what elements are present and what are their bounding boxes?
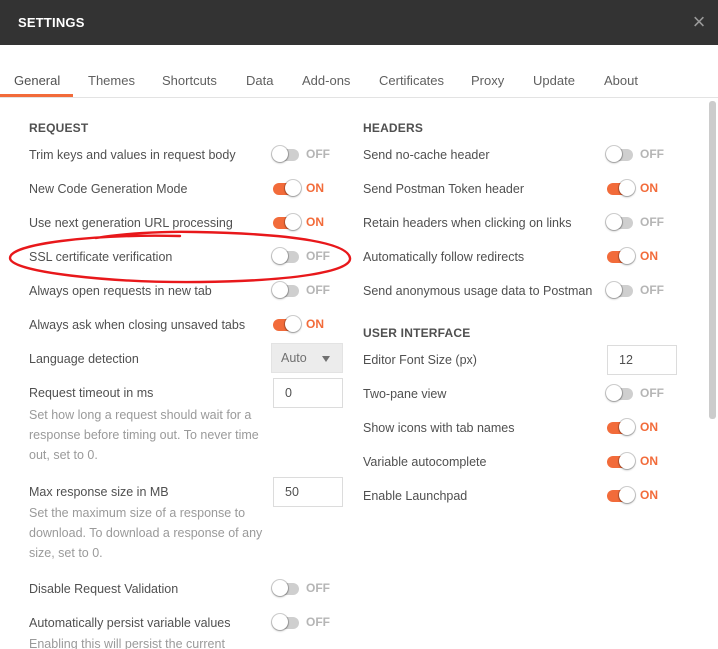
toggle-state-label: OFF	[640, 147, 664, 161]
disable-validation-label: Disable Request Validation	[29, 582, 179, 596]
follow-redirects-toggle[interactable]: ON	[607, 248, 677, 266]
no-cache-toggle[interactable]: OFF	[606, 146, 677, 164]
tab-add-ons[interactable]: Add-ons	[302, 73, 350, 88]
scrollbar-thumb[interactable]	[709, 101, 716, 419]
tab-about[interactable]: About	[604, 73, 638, 88]
toggle-state-label: OFF	[640, 215, 664, 229]
toggle-knob	[606, 385, 622, 401]
toggle-state-label: OFF	[306, 249, 330, 263]
request-timeout-label: Request timeout in ms	[29, 386, 154, 400]
variable-autocomplete-toggle[interactable]: ON	[607, 453, 677, 471]
toggle-knob	[285, 180, 301, 196]
language-detection-value: Auto	[281, 351, 307, 365]
tab-themes[interactable]: Themes	[88, 73, 135, 88]
toggle-state-label: ON	[306, 181, 324, 195]
follow-redirects-label: Automatically follow redirects	[363, 250, 525, 264]
ask-closing-toggle[interactable]: ON	[273, 316, 343, 334]
toggle-knob	[619, 453, 635, 469]
ssl-verification-toggle[interactable]: OFF	[272, 248, 343, 266]
toggle-knob	[285, 316, 301, 332]
toggle-state-label: ON	[640, 420, 658, 434]
tab-shortcuts[interactable]: Shortcuts	[162, 73, 217, 88]
active-tab-indicator	[0, 94, 73, 97]
max-response-label: Max response size in MB	[29, 485, 169, 499]
ui-section-title: USER INTERFACE	[363, 326, 471, 340]
toggle-knob	[606, 146, 622, 162]
url-processing-label: Use next generation URL processing	[29, 216, 233, 230]
language-detection-label: Language detection	[29, 352, 139, 366]
toggle-state-label: ON	[640, 249, 658, 263]
tab-bar: General Themes Shortcuts Data Add-ons Ce…	[0, 45, 718, 98]
title-bar: SETTINGS ×	[0, 0, 718, 45]
headers-section-title: HEADERS	[363, 121, 424, 135]
persist-variables-toggle[interactable]: OFF	[272, 614, 343, 632]
launchpad-toggle[interactable]: ON	[607, 487, 677, 505]
variable-autocomplete-label: Variable autocomplete	[363, 455, 487, 469]
font-size-input[interactable]: 12	[607, 345, 677, 375]
tab-icons-label: Show icons with tab names	[363, 421, 515, 435]
toggle-state-label: OFF	[306, 147, 330, 161]
tab-general[interactable]: General	[14, 73, 60, 88]
toggle-state-label: OFF	[306, 615, 330, 629]
launchpad-label: Enable Launchpad	[363, 489, 468, 503]
toggle-knob	[272, 580, 288, 596]
tab-update[interactable]: Update	[533, 73, 575, 88]
toggle-state-label: OFF	[640, 283, 664, 297]
toggle-knob	[272, 248, 288, 264]
toggle-state-label: ON	[640, 454, 658, 468]
toggle-state-label: OFF	[640, 386, 664, 400]
code-generation-label: New Code Generation Mode	[29, 182, 188, 196]
toggle-state-label: ON	[640, 181, 658, 195]
new-tab-label: Always open requests in new tab	[29, 284, 212, 298]
request-timeout-input[interactable]: 0	[273, 378, 343, 408]
url-processing-toggle[interactable]: ON	[273, 214, 343, 232]
toggle-knob	[285, 214, 301, 230]
window-title: SETTINGS	[18, 15, 85, 30]
disable-validation-toggle[interactable]: OFF	[272, 580, 343, 598]
font-size-label: Editor Font Size (px)	[363, 353, 477, 367]
toggle-state-label: OFF	[306, 283, 330, 297]
no-cache-label: Send no-cache header	[363, 148, 490, 162]
ask-closing-label: Always ask when closing unsaved tabs	[29, 318, 246, 332]
postman-token-toggle[interactable]: ON	[607, 180, 677, 198]
trim-keys-label: Trim keys and values in request body	[29, 148, 236, 162]
toggle-knob	[272, 146, 288, 162]
toggle-knob	[272, 614, 288, 630]
usage-data-toggle[interactable]: OFF	[606, 282, 677, 300]
toggle-state-label: ON	[306, 215, 324, 229]
tab-icons-toggle[interactable]: ON	[607, 419, 677, 437]
retain-headers-toggle[interactable]: OFF	[606, 214, 677, 232]
trim-keys-toggle[interactable]: OFF	[272, 146, 343, 164]
max-response-input[interactable]: 50	[273, 477, 343, 507]
retain-headers-label: Retain headers when clicking on links	[363, 216, 572, 230]
toggle-knob	[606, 282, 622, 298]
close-icon[interactable]: ×	[688, 11, 710, 34]
toggle-knob	[619, 419, 635, 435]
max-response-description: Set the maximum size of a response to do…	[29, 506, 263, 560]
toggle-state-label: ON	[640, 488, 658, 502]
language-detection-select[interactable]: Auto	[271, 343, 343, 373]
toggle-knob	[619, 180, 635, 196]
request-timeout-description: Set how long a request should wait for a…	[29, 408, 259, 462]
toggle-knob	[619, 248, 635, 264]
code-generation-toggle[interactable]: ON	[273, 180, 343, 198]
usage-data-label: Send anonymous usage data to Postman	[363, 284, 593, 298]
toggle-knob	[606, 214, 622, 230]
toggle-knob	[619, 487, 635, 503]
persist-variables-description: Enabling this will persist the current	[29, 637, 225, 649]
postman-token-label: Send Postman Token header	[363, 182, 524, 196]
persist-variables-label: Automatically persist variable values	[29, 616, 231, 630]
two-pane-toggle[interactable]: OFF	[606, 385, 677, 403]
toggle-state-label: OFF	[306, 581, 330, 595]
request-section-title: REQUEST	[29, 121, 89, 135]
toggle-state-label: ON	[306, 317, 324, 331]
tab-proxy[interactable]: Proxy	[471, 73, 504, 88]
new-tab-toggle[interactable]: OFF	[272, 282, 343, 300]
toggle-knob	[272, 282, 288, 298]
ssl-verification-label: SSL certificate verification	[29, 250, 173, 264]
tab-certificates[interactable]: Certificates	[379, 73, 444, 88]
chevron-down-icon	[322, 356, 330, 362]
two-pane-label: Two-pane view	[363, 387, 447, 401]
tab-data[interactable]: Data	[246, 73, 273, 88]
